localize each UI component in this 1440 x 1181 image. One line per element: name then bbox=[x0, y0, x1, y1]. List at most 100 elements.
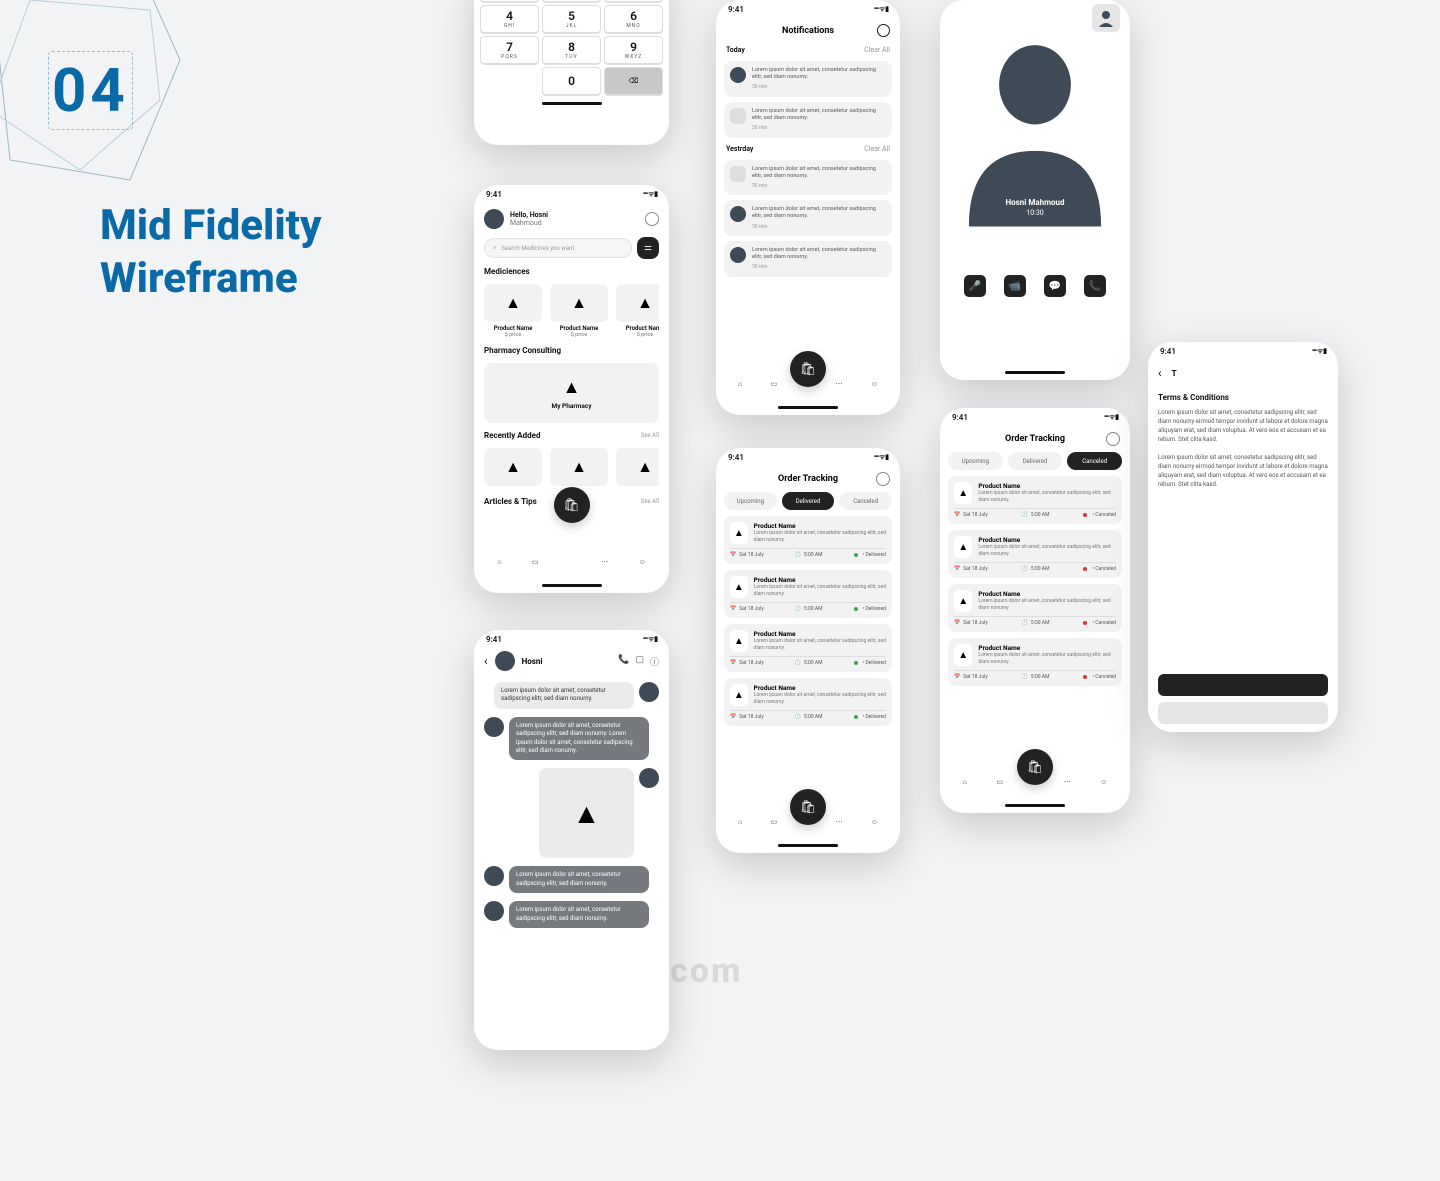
calendar-icon: 📅 bbox=[954, 674, 960, 680]
order-card[interactable]: ▲ Product NameLorem ipsum dolor sit amet… bbox=[948, 530, 1122, 578]
keypad-key[interactable]: 6MNO bbox=[604, 5, 663, 33]
order-card[interactable]: ▲ Product NameLorem ipsum dolor sit amet… bbox=[724, 516, 892, 564]
search-input[interactable]: ⌕ Search Medicines you want bbox=[484, 238, 632, 258]
decline-button[interactable] bbox=[1158, 702, 1328, 724]
keypad-key[interactable]: 1 bbox=[480, 0, 539, 2]
nav-doc-icon[interactable]: ▭ bbox=[771, 380, 778, 388]
nav-chat-icon[interactable]: ⋯ bbox=[836, 380, 843, 388]
filter-button[interactable]: ⚌ bbox=[637, 237, 659, 259]
back-icon[interactable]: ‹ bbox=[484, 654, 488, 668]
info-icon[interactable]: ⓘ bbox=[650, 655, 659, 668]
avatar bbox=[730, 247, 746, 263]
notification-card[interactable]: Lorem ipsum dolor sit amet, consetetur s… bbox=[724, 241, 892, 277]
phone-notifications: 9:41••• ᯤ ▮ Notifications TodayClear All… bbox=[716, 0, 900, 415]
nav-home-icon[interactable]: ⌂ bbox=[963, 778, 967, 786]
order-card[interactable]: ▲ Product NameLorem ipsum dolor sit amet… bbox=[724, 570, 892, 618]
keypad-key[interactable]: 4GHI bbox=[480, 5, 539, 33]
clock-icon: 🕐 bbox=[795, 606, 801, 612]
avatar-small-box[interactable] bbox=[1092, 4, 1120, 32]
keypad-key[interactable]: 5JKL bbox=[542, 5, 601, 33]
nav-home-icon[interactable]: ⌂ bbox=[738, 818, 742, 826]
nav-profile-icon[interactable]: ☺ bbox=[1100, 778, 1107, 786]
greeting-hello: Hello, Hosni bbox=[510, 211, 548, 219]
see-all-link[interactable]: See All bbox=[641, 498, 659, 505]
fab-shop-button[interactable]: 🛍 bbox=[1017, 749, 1053, 785]
product-image[interactable]: ▲ bbox=[616, 448, 659, 486]
nav-chat-icon[interactable]: ⋯ bbox=[836, 818, 843, 826]
avatar[interactable] bbox=[484, 209, 504, 229]
product-card[interactable]: ▲ Product Name $ price bbox=[550, 284, 608, 338]
tab-delivered[interactable]: Delivered bbox=[782, 492, 835, 510]
notification-card[interactable]: Lorem ipsum dolor sit amet, consetetur s… bbox=[724, 200, 892, 236]
order-card[interactable]: ▲ Product NameLorem ipsum dolor sit amet… bbox=[948, 476, 1122, 524]
fab-shop-button[interactable]: 🛍 bbox=[554, 487, 590, 523]
notification-card[interactable]: Lorem ipsum dolor sit amet, consetetur s… bbox=[724, 102, 892, 138]
notification-card[interactable]: Lorem ipsum dolor sit amet, consetetur s… bbox=[724, 61, 892, 97]
keypad-delete[interactable]: ⌫ bbox=[604, 67, 663, 95]
product-image[interactable]: ▲ bbox=[484, 448, 542, 486]
keypad-key[interactable]: 2ABC bbox=[542, 0, 601, 2]
nav-doc-icon[interactable]: ▭ bbox=[996, 778, 1003, 786]
avatar bbox=[484, 717, 504, 737]
tab-delivered[interactable]: Delivered bbox=[1008, 452, 1063, 470]
order-card[interactable]: ▲ Product NameLorem ipsum dolor sit amet… bbox=[948, 584, 1122, 632]
status-bar: 9:41••• ᯤ ▮ bbox=[716, 448, 900, 466]
bell-icon[interactable] bbox=[645, 212, 659, 226]
bell-icon[interactable] bbox=[877, 24, 890, 37]
back-icon[interactable]: ‹ bbox=[1158, 366, 1162, 380]
bell-icon[interactable] bbox=[876, 472, 890, 486]
tab-upcoming[interactable]: Upcoming bbox=[948, 452, 1003, 470]
keypad-key[interactable]: 9WXYZ bbox=[604, 36, 663, 64]
consult-card[interactable]: ▲ My Pharmacy bbox=[484, 363, 659, 423]
product-image[interactable]: ▲ bbox=[550, 448, 608, 486]
product-image: ▲ bbox=[616, 284, 659, 322]
clock-icon: 🕐 bbox=[1022, 566, 1028, 572]
product-image: ▲ bbox=[550, 284, 608, 322]
keypad-key[interactable]: 0 bbox=[542, 67, 601, 95]
home-indicator bbox=[480, 95, 663, 111]
nav-home-icon[interactable]: ⌂ bbox=[497, 558, 501, 566]
nav-profile-icon[interactable]: ☺ bbox=[639, 558, 646, 566]
video-button[interactable]: 📹 bbox=[1004, 275, 1026, 297]
product-image: ▲ bbox=[954, 482, 972, 504]
clear-all-link[interactable]: Clear All bbox=[864, 145, 890, 153]
product-image: ▲ bbox=[730, 684, 748, 706]
fab-shop-button[interactable]: 🛍 bbox=[790, 351, 826, 387]
phone-icon[interactable]: 📞 bbox=[618, 655, 629, 668]
clock-icon: 🕐 bbox=[1022, 674, 1028, 680]
fab-shop-button[interactable]: 🛍 bbox=[790, 789, 826, 825]
chat-button[interactable]: 💬 bbox=[1044, 275, 1066, 297]
order-card[interactable]: ▲ Product NameLorem ipsum dolor sit amet… bbox=[724, 624, 892, 672]
tab-canceled[interactable]: Canceled bbox=[839, 492, 892, 510]
terms-paragraph: Lorem ipsum dolor sit amet, consetetur s… bbox=[1158, 408, 1328, 444]
notification-card[interactable]: Lorem ipsum dolor sit amet, consetetur s… bbox=[724, 160, 892, 196]
order-card[interactable]: ▲ Product NameLorem ipsum dolor sit amet… bbox=[948, 638, 1122, 686]
chat-image[interactable]: ▲ bbox=[539, 768, 634, 858]
chat-bubble-received: Lorem ipsum dolor sit amet, consetetur s… bbox=[509, 866, 649, 893]
nav-profile-icon[interactable]: ☺ bbox=[871, 818, 878, 826]
accept-button[interactable] bbox=[1158, 674, 1328, 696]
bell-icon[interactable] bbox=[1106, 432, 1120, 446]
keypad-key[interactable]: 8TUV bbox=[542, 36, 601, 64]
product-card[interactable]: ▲ Product Name $ price bbox=[484, 284, 542, 338]
nav-doc-icon[interactable]: ▭ bbox=[771, 818, 778, 826]
product-image: ▲ bbox=[484, 284, 542, 322]
see-all-link[interactable]: See All bbox=[641, 432, 659, 439]
tab-canceled[interactable]: Canceled bbox=[1067, 452, 1122, 470]
home-indicator bbox=[940, 364, 1130, 380]
nav-chat-icon[interactable]: ⋯ bbox=[1064, 778, 1071, 786]
order-card[interactable]: ▲ Product NameLorem ipsum dolor sit amet… bbox=[724, 678, 892, 726]
mute-button[interactable]: 🎤 bbox=[964, 275, 986, 297]
endcall-button[interactable]: 📞 bbox=[1084, 275, 1106, 297]
tab-upcoming[interactable]: Upcoming bbox=[724, 492, 777, 510]
video-icon[interactable]: ▢ bbox=[635, 655, 644, 668]
clear-all-link[interactable]: Clear All bbox=[864, 46, 890, 54]
calendar-icon: 📅 bbox=[730, 552, 736, 558]
nav-chat-icon[interactable]: ⋯ bbox=[601, 558, 608, 566]
keypad-key[interactable]: 3DEF bbox=[604, 0, 663, 2]
nav-profile-icon[interactable]: ☺ bbox=[871, 380, 878, 388]
nav-home-icon[interactable]: ⌂ bbox=[738, 380, 742, 388]
keypad-key[interactable]: 7PQRS bbox=[480, 36, 539, 64]
nav-doc-icon[interactable]: ▭ bbox=[532, 558, 539, 566]
product-card[interactable]: ▲ Product Name $ price bbox=[616, 284, 659, 338]
